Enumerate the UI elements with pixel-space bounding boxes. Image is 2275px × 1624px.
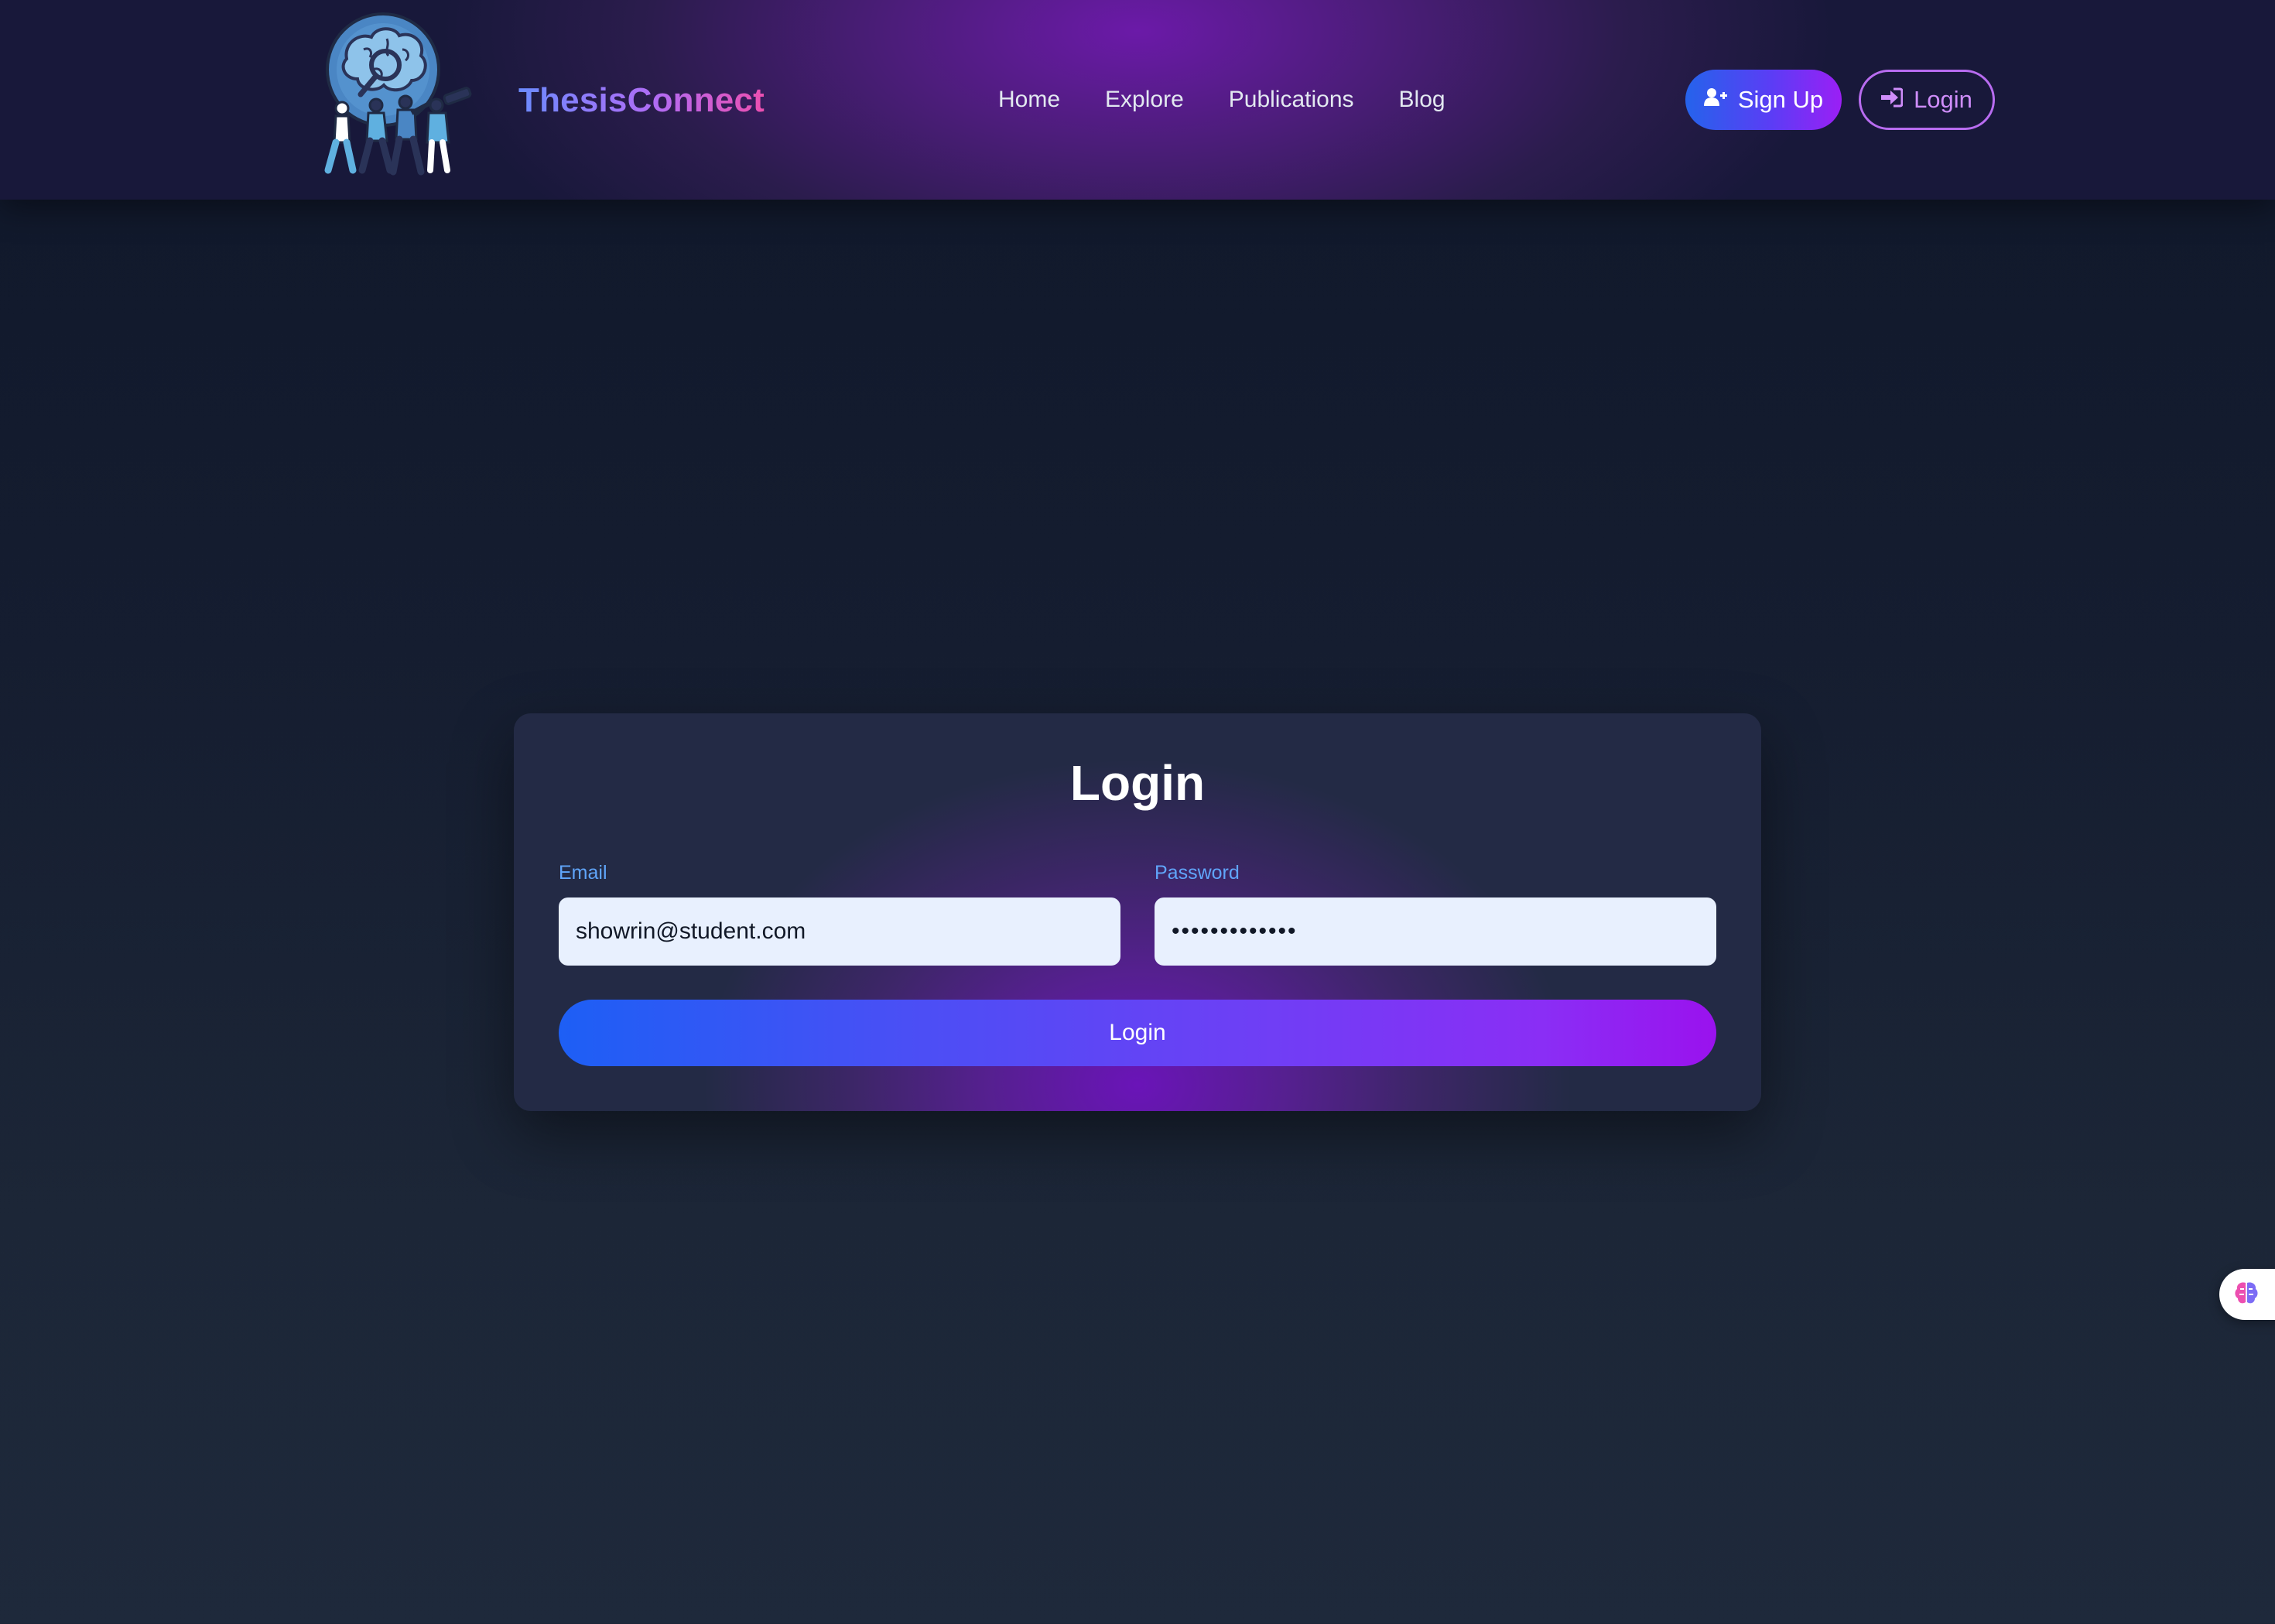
password-field[interactable]: [1155, 897, 1716, 966]
assistant-widget[interactable]: [2219, 1269, 2275, 1320]
email-field[interactable]: [559, 897, 1120, 966]
site-header: ThesisConnect Home Explore Publications …: [0, 0, 2275, 200]
sign-in-icon: [1881, 86, 1904, 114]
nav-publications[interactable]: Publications: [1229, 80, 1354, 119]
login-nav-label: Login: [1914, 86, 1972, 113]
main-nav: Home Explore Publications Blog: [998, 80, 1445, 119]
login-card: Login Email Password Login: [514, 713, 1761, 1111]
login-title: Login: [1069, 755, 1206, 811]
nav-blog[interactable]: Blog: [1399, 80, 1445, 119]
nav-explore[interactable]: Explore: [1105, 80, 1184, 119]
password-label: Password: [1155, 862, 1240, 884]
nav-home[interactable]: Home: [998, 80, 1060, 119]
brand-name[interactable]: ThesisConnect: [518, 77, 765, 124]
brain-research-team-logo[interactable]: [316, 11, 478, 176]
login-nav-button[interactable]: Login: [1859, 70, 1995, 130]
user-plus-icon: [1703, 86, 1727, 114]
login-submit-button[interactable]: Login: [559, 1000, 1716, 1066]
sign-up-label: Sign Up: [1737, 86, 1824, 113]
sign-up-button[interactable]: Sign Up: [1685, 70, 1842, 130]
email-label: Email: [559, 862, 607, 884]
brain-icon: [2233, 1280, 2260, 1310]
